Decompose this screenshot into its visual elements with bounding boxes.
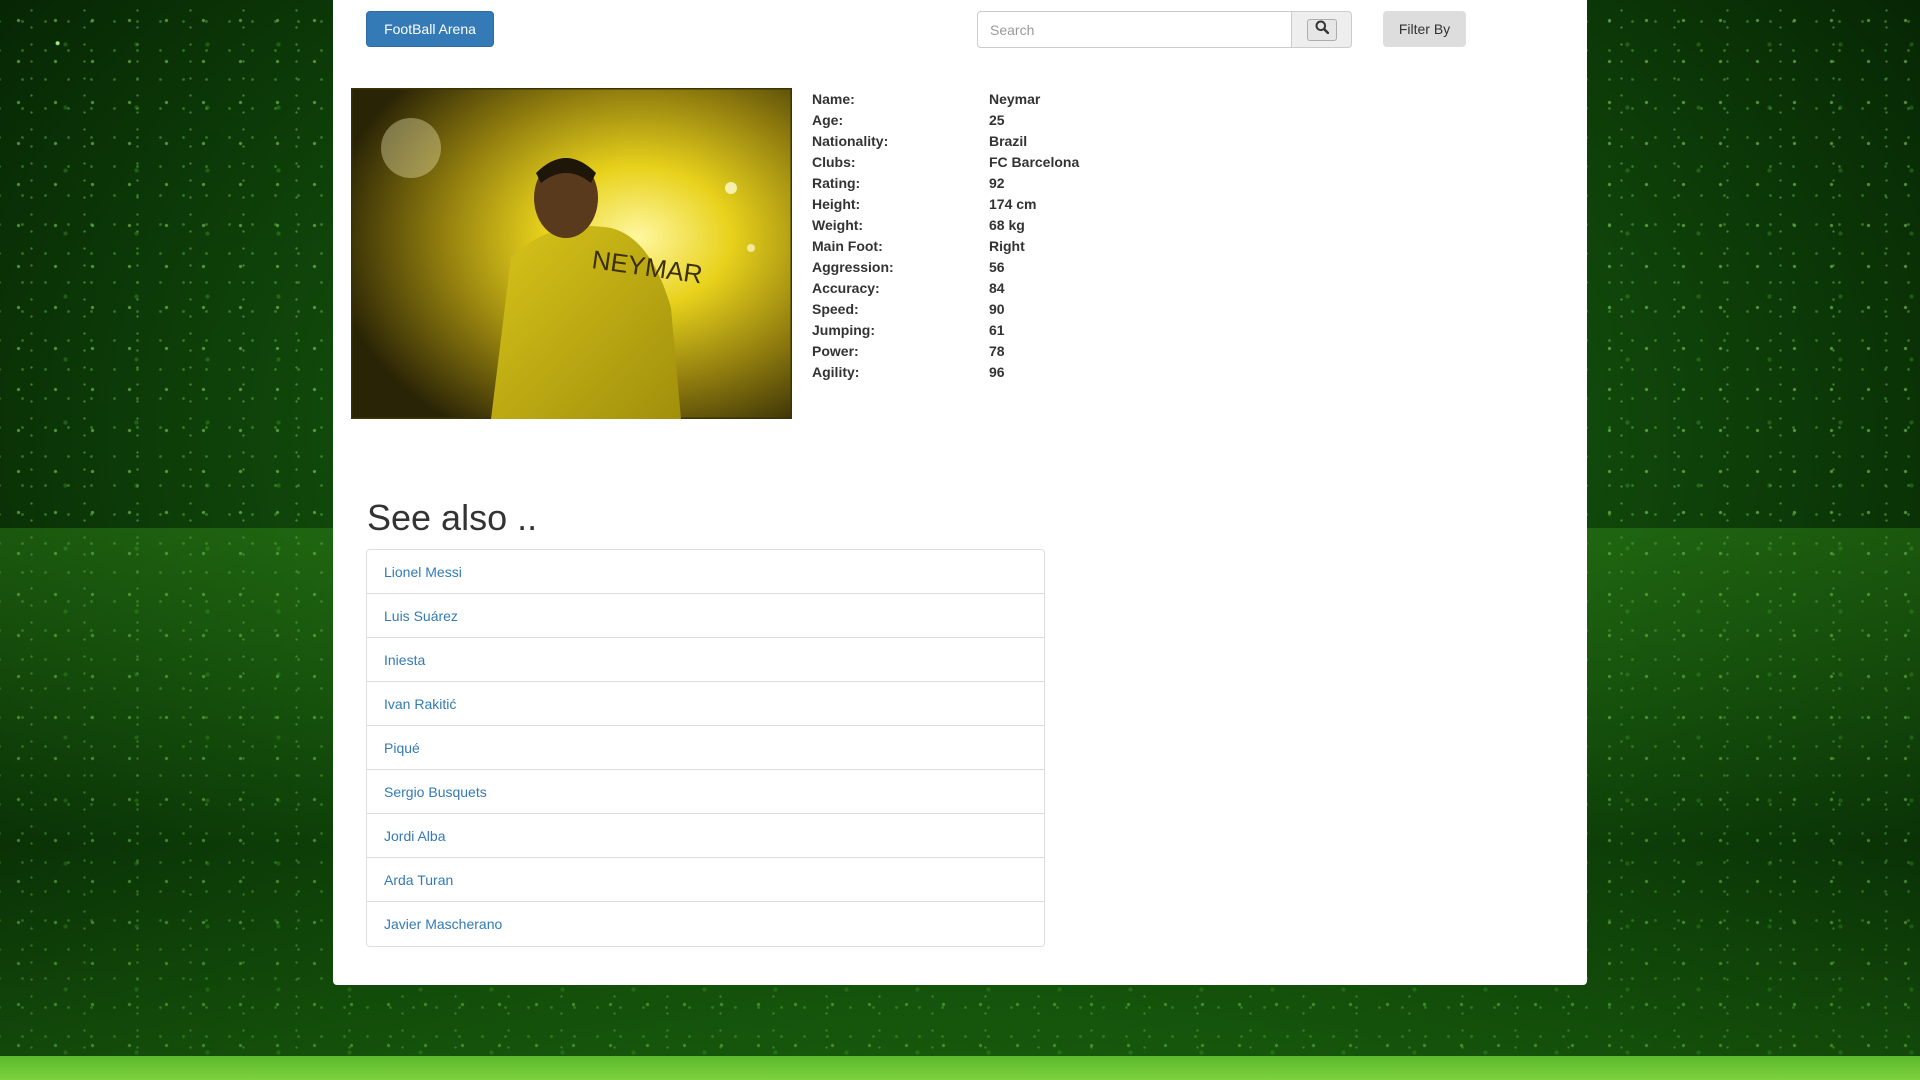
see-also-title: See also .. (367, 497, 538, 538)
detail-row: Speed: 90 (812, 299, 1079, 320)
detail-value: 68 kg (989, 217, 1025, 233)
detail-row: Power: 78 (812, 341, 1079, 362)
detail-row: Jumping: 61 (812, 320, 1079, 341)
detail-row: Weight: 68 kg (812, 215, 1079, 236)
detail-row: Height: 174 cm (812, 194, 1079, 215)
search-button[interactable] (1291, 11, 1352, 48)
detail-value: 56 (989, 259, 1005, 275)
see-also-link[interactable]: Sergio Busquets (367, 770, 1044, 814)
detail-label: Nationality: (812, 133, 889, 149)
detail-label: Power: (812, 343, 859, 359)
detail-value: 84 (989, 280, 1005, 296)
detail-label: Speed: (812, 301, 859, 317)
detail-value: 78 (989, 343, 1005, 359)
detail-value: Brazil (989, 133, 1028, 149)
detail-row: Rating: 92 (812, 173, 1079, 194)
detail-row: Age: 25 (812, 110, 1079, 131)
search-input[interactable] (977, 11, 1291, 48)
see-also-link[interactable]: Piqué (367, 726, 1044, 770)
detail-label: Name: (812, 91, 855, 107)
detail-label: Main Foot: (812, 238, 883, 254)
see-also-link[interactable]: Ivan Rakitić (367, 682, 1044, 726)
detail-value: 96 (989, 364, 1005, 380)
filter-button[interactable]: Filter By (1383, 11, 1466, 47)
detail-row: Agility: 96 (812, 362, 1079, 383)
detail-label: Clubs: (812, 154, 856, 170)
brand-button[interactable]: FootBall Arena (366, 11, 494, 47)
detail-value: 61 (989, 322, 1005, 338)
player-image: NEYMAR (351, 88, 792, 419)
detail-value: Neymar (989, 91, 1041, 107)
detail-label: Height: (812, 196, 861, 212)
detail-label: Weight: (812, 217, 864, 233)
search-icon (1315, 20, 1329, 39)
detail-label: Jumping: (812, 322, 875, 338)
detail-row: Aggression: 56 (812, 257, 1079, 278)
see-also-link[interactable]: Lionel Messi (367, 550, 1044, 594)
background-bottom-band (0, 1056, 1920, 1080)
search-button-inner (1306, 18, 1337, 41)
see-also-link[interactable]: Luis Suárez (367, 594, 1044, 638)
detail-row: Name: Neymar (812, 89, 1079, 110)
detail-label: Agility: (812, 364, 860, 380)
detail-row: Accuracy: 84 (812, 278, 1079, 299)
see-also-link[interactable]: Arda Turan (367, 858, 1044, 902)
detail-value: 92 (989, 175, 1005, 191)
detail-label: Aggression: (812, 259, 894, 275)
detail-label: Accuracy: (812, 280, 880, 296)
player-details: Name: Neymar Age: 25 Nationality: Brazil Clubs… (812, 89, 1079, 383)
detail-value: 90 (989, 301, 1005, 317)
search-bar (977, 11, 1352, 48)
detail-value: FC Barcelona (989, 154, 1080, 170)
main-panel: FootBall Arena Filter By (333, 0, 1587, 985)
see-also-list: Lionel Messi Luis Suárez Iniesta Ivan Rakit… (366, 549, 1045, 947)
see-also-link[interactable]: Javier Mascherano (367, 902, 1044, 946)
see-also-link[interactable]: Jordi Alba (367, 814, 1044, 858)
detail-value: Right (989, 238, 1025, 254)
detail-label: Rating: (812, 175, 861, 191)
detail-value: 174 cm (989, 196, 1037, 212)
see-also-link[interactable]: Iniesta (367, 638, 1044, 682)
detail-label: Age: (812, 112, 844, 128)
detail-value: 25 (989, 112, 1005, 128)
detail-row: Nationality: Brazil (812, 131, 1079, 152)
detail-row: Clubs: FC Barcelona (812, 152, 1079, 173)
detail-row: Main Foot: Right (812, 236, 1079, 257)
